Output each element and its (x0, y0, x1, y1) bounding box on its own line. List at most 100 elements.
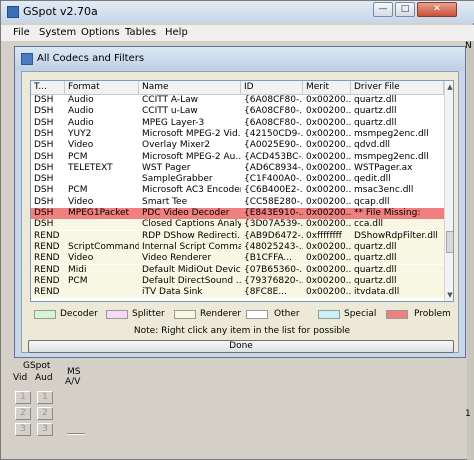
list-scrollbar[interactable]: ▲ ▼ (444, 81, 453, 301)
cell-name: iTV Data Sink (142, 287, 203, 298)
column-type[interactable]: T... (31, 81, 65, 95)
cell-name: WST Pager (142, 162, 191, 173)
table-row[interactable]: DSH YUY2 Microsoft MPEG-2 Vid... {42150CD9-… (31, 128, 444, 140)
table-row[interactable]: DSH PCM Microsoft AC3 Encoder {C6B400E2-...… (31, 185, 444, 197)
vid-stream-button-2[interactable]: 2 (15, 407, 31, 420)
cell-type: DSH (34, 117, 54, 128)
cell-driver-file: DShowRdpFilter.dll (354, 230, 438, 241)
cell-id: {6A08CF80-... (244, 106, 303, 117)
vid-stream-button-1[interactable]: 1 (15, 391, 31, 404)
scroll-down-icon[interactable]: ▼ (445, 289, 453, 301)
cell-id: {6A08CF80-... (244, 95, 303, 105)
cell-name: Microsoft MPEG-2 Au... (142, 151, 241, 162)
table-row[interactable]: REND ScriptCommand Internal Script Comma..… (31, 241, 444, 253)
cell-name: Default MidiOut Device (142, 264, 241, 275)
cell-id: {3D07A539-... (244, 219, 303, 230)
table-row[interactable]: DSH Audio CCITT A-Law {6A08CF80-... 0x00200.… (31, 95, 444, 106)
list-header: T... Format Name ID Merit Driver File (31, 81, 444, 95)
menu-system[interactable]: System (39, 27, 76, 38)
cell-driver-file: qdvd.dll (354, 140, 391, 151)
cell-name: Default DirectSound ... (142, 275, 241, 286)
cell-name: RDP DShow Redirecti... (142, 230, 241, 241)
done-button[interactable]: Done (28, 340, 454, 353)
cell-merit: 0x00200... (306, 241, 351, 252)
cell-id: {8FC8E... (244, 287, 287, 298)
cell-driver-file: quartz.dll (354, 275, 397, 286)
minimize-icon[interactable]: — (373, 2, 393, 17)
cell-name: SampleGrabber (142, 174, 213, 185)
scroll-up-icon[interactable]: ▲ (445, 81, 453, 93)
table-row[interactable]: DSH Closed Captions Analy... {3D07A539-...… (31, 219, 444, 231)
maximize-icon[interactable]: □ (395, 2, 415, 17)
cell-name: Closed Captions Analy... (142, 219, 241, 230)
column-driver-file[interactable]: Driver File (351, 81, 444, 95)
table-row[interactable]: DSH Audio CCITT u-Law {6A08CF80-... 0x00200.… (31, 106, 444, 118)
dialog-body: T... Format Name ID Merit Driver File DS… (21, 71, 459, 353)
cell-type: REND (34, 241, 60, 252)
aud-stream-button-2[interactable]: 2 (37, 407, 53, 420)
table-row[interactable]: REND RDP DShow Redirecti... {AB9D6472-... 0… (31, 230, 444, 242)
cell-merit: 0x00200... (306, 253, 351, 264)
cell-format (65, 174, 139, 185)
cell-format: TELETEXT (68, 162, 113, 173)
cell-merit: 0x00200... (306, 174, 351, 185)
cell-type: REND (34, 264, 60, 275)
av-sync-indicator (67, 433, 85, 435)
stream-selector-panel: GSpot Vid Aud MS A/V 1 2 3 1 2 3 (11, 361, 97, 451)
codec-list[interactable]: T... Format Name ID Merit Driver File DS… (30, 80, 454, 302)
table-row[interactable]: DSH SampleGrabber {C1F400A0-... 0x00200... q… (31, 174, 444, 186)
table-row[interactable]: DSH TELETEXT WST Pager {AD6C8934-...0x00200… (31, 162, 444, 174)
cell-type: DSH (34, 174, 54, 185)
column-merit[interactable]: Merit (303, 81, 351, 95)
vid-stream-button-3[interactable]: 3 (15, 423, 31, 436)
main-window-edge (467, 41, 474, 460)
cell-format (65, 287, 139, 298)
close-icon[interactable]: ✕ (417, 2, 457, 17)
cell-driver-file: quartz.dll (354, 106, 397, 117)
cell-name: Internal Script Comma... (142, 241, 241, 252)
cell-id: {CC58E280-... (244, 196, 303, 207)
table-row[interactable]: REND Video Video Renderer {B1CFFA... 0x00200… (31, 253, 444, 265)
table-row-problem[interactable]: DSH MPEG1Packet PDC Video Decoder {E843E910… (31, 208, 444, 219)
cell-type: DSH (34, 128, 54, 139)
main-window-content (101, 371, 461, 459)
cell-merit: 0x00200... (306, 219, 351, 230)
cell-type: REND (34, 287, 60, 298)
cell-name: PDC Video Decoder (142, 208, 230, 218)
table-row[interactable]: REND iTV Data Sink {8FC8E... 0x00200... itvd… (31, 287, 444, 299)
cell-driver-file: msmpeg2enc.dll (354, 151, 429, 162)
cell-id: {48025243-... (244, 241, 303, 252)
cell-id: {79376820-... (244, 275, 303, 286)
cell-name: Microsoft AC3 Encoder (142, 185, 241, 196)
table-row[interactable]: REND Midi Default MidiOut Device {07B65360-… (31, 264, 444, 276)
cell-id: {B1CFFA... (244, 253, 293, 264)
table-row[interactable]: DSH Audio MPEG Layer-3 {6A08CF80-... 0x00200… (31, 117, 444, 129)
table-row[interactable]: DSH Video Overlay Mixer2 {A0025E90-... 0x002… (31, 140, 444, 152)
cell-merit: 0x00200... (306, 275, 351, 286)
column-id[interactable]: ID (241, 81, 303, 95)
cell-merit: 0x00200... (306, 185, 351, 196)
menu-file[interactable]: File (13, 27, 30, 38)
legend-label-renderer: Renderer (200, 309, 242, 319)
aud-stream-button-3[interactable]: 3 (37, 423, 53, 436)
cell-merit: 0x00200... (306, 140, 351, 151)
column-name[interactable]: Name (139, 81, 241, 95)
cell-driver-file: itvdata.dll (354, 287, 400, 298)
table-row[interactable]: REND PCM Default DirectSound ... {79376820-… (31, 275, 444, 287)
codecs-dialog: All Codecs and Filters T... Format Name … (14, 46, 466, 358)
table-row[interactable]: DSH Video Smart Tee {CC58E280-... 0x00200...… (31, 196, 444, 208)
menu-help[interactable]: Help (165, 27, 188, 38)
edge-text-fragment: 1 (465, 409, 471, 419)
cell-id: {AD6C8934-... (244, 162, 303, 173)
column-format[interactable]: Format (65, 81, 139, 95)
dialog-titlebar: All Codecs and Filters (15, 47, 465, 71)
aud-stream-button-1[interactable]: 1 (37, 391, 53, 404)
menu-tables[interactable]: Tables (125, 27, 156, 38)
legend-label-special: Special (344, 309, 377, 319)
cell-type: DSH (34, 151, 54, 162)
cell-format: PCM (68, 151, 88, 162)
scroll-thumb[interactable] (446, 231, 453, 253)
menu-options[interactable]: Options (81, 27, 120, 38)
cell-name: Smart Tee (142, 196, 188, 207)
table-row[interactable]: DSH PCM Microsoft MPEG-2 Au...{ACD453BC-..… (31, 151, 444, 163)
